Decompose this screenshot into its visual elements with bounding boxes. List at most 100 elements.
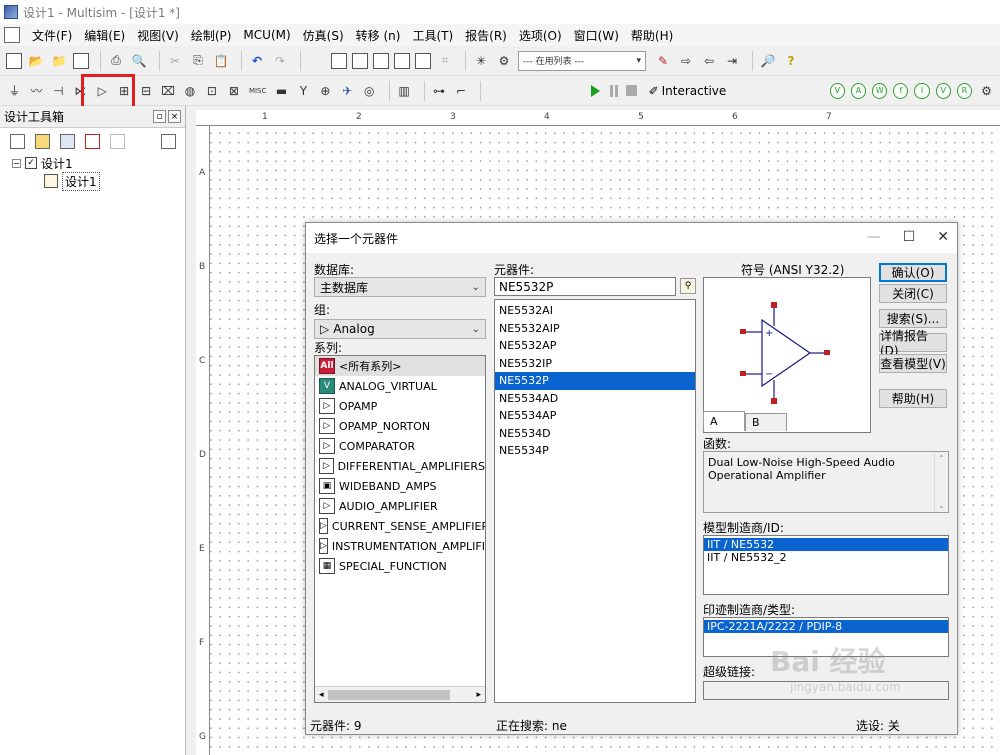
menu-window[interactable]: 窗口(W) bbox=[568, 27, 625, 44]
scroll-down-icon[interactable]: ⌄ bbox=[938, 499, 945, 512]
family-item-analog-virtual[interactable]: V ANALOG_VIRTUAL bbox=[315, 376, 485, 396]
scroll-thumb[interactable] bbox=[327, 689, 450, 700]
mixed-component-icon[interactable]: ⌧ bbox=[160, 82, 177, 100]
menu-view[interactable]: 视图(V) bbox=[131, 27, 185, 44]
postprocessor-icon[interactable] bbox=[415, 52, 431, 69]
family-item-all[interactable]: All <所有系列> bbox=[315, 356, 485, 376]
component-item[interactable]: NE5532AI bbox=[495, 302, 695, 320]
close-panel-icon[interactable]: × bbox=[168, 110, 181, 123]
connector-component-icon[interactable]: ◎ bbox=[361, 82, 378, 100]
cmos-component-icon[interactable]: ⊟ bbox=[138, 82, 155, 100]
print-preview-icon[interactable]: 🔍 bbox=[130, 52, 148, 70]
run-simulation-icon[interactable] bbox=[591, 84, 601, 97]
project-view-icon[interactable] bbox=[161, 133, 176, 149]
menu-options[interactable]: 选项(O) bbox=[513, 27, 568, 44]
basic-component-icon[interactable]: 〰 bbox=[28, 82, 45, 100]
document-menu-icon[interactable] bbox=[4, 27, 20, 43]
source-component-icon[interactable]: ⏚ bbox=[6, 82, 23, 100]
menu-simulate[interactable]: 仿真(S) bbox=[297, 27, 350, 44]
spreadsheet-view-icon[interactable] bbox=[352, 52, 368, 69]
menu-place[interactable]: 绘制(P) bbox=[185, 27, 238, 44]
footprint-item-selected[interactable]: IPC-2221A/2222 / PDIP-8 bbox=[704, 620, 948, 633]
indicator-component-icon[interactable]: ◍ bbox=[182, 82, 199, 100]
view-model-button[interactable]: 查看模型(V) bbox=[879, 354, 947, 373]
new-file-icon[interactable] bbox=[6, 52, 22, 69]
scroll-right-icon[interactable]: ▸ bbox=[472, 690, 485, 700]
redo-icon[interactable]: ↷ bbox=[271, 52, 289, 70]
export-icon[interactable]: ⇥ bbox=[723, 52, 741, 70]
component-item[interactable]: NE5532AIP bbox=[495, 320, 695, 338]
model-item-selected[interactable]: IIT / NE5532 bbox=[704, 538, 948, 551]
forward-annotate-icon[interactable]: ⇨ bbox=[677, 52, 695, 70]
help-icon[interactable]: ? bbox=[782, 52, 800, 70]
misc-component-icon[interactable]: MISC bbox=[247, 82, 268, 100]
search-button[interactable]: 搜索(S)... bbox=[879, 309, 947, 328]
bus-icon[interactable]: ⌐ bbox=[452, 82, 469, 100]
probe-settings-icon[interactable]: ⚙ bbox=[978, 82, 995, 100]
misc-digital-icon[interactable]: ⊠ bbox=[225, 82, 242, 100]
family-list-hscrollbar[interactable]: ◂ ▸ bbox=[315, 686, 485, 702]
component-search-input[interactable]: NE5532P bbox=[494, 277, 676, 296]
family-item-audio[interactable]: ▷ AUDIO_AMPLIFIER bbox=[315, 496, 485, 516]
breadboard-icon[interactable]: ⌗ bbox=[436, 52, 454, 70]
reference-probe-icon[interactable]: R bbox=[956, 82, 972, 99]
family-item-opamp[interactable]: ▷ OPAMP bbox=[315, 396, 485, 416]
component-list[interactable]: NE5532AI NE5532AIP NE5532AP NE5532IP NE5… bbox=[494, 299, 696, 703]
close-button[interactable]: 关闭(C) bbox=[879, 284, 947, 303]
ammeter-icon[interactable]: A bbox=[850, 82, 867, 99]
wattmeter-icon[interactable]: W bbox=[872, 82, 888, 99]
menu-file[interactable]: 文件(F) bbox=[26, 27, 78, 44]
component-item[interactable]: NE5534AD bbox=[495, 390, 695, 408]
transfer-icon[interactable]: ⇦ bbox=[700, 52, 718, 70]
group-select[interactable]: ▷ Analog ⌄ bbox=[314, 319, 486, 339]
electrical-rules-icon[interactable]: ⚙ bbox=[495, 52, 513, 70]
frequency-probe-icon[interactable]: f bbox=[893, 82, 909, 99]
open-sample-icon[interactable]: 📁 bbox=[50, 52, 68, 70]
voltmeter-icon[interactable]: V bbox=[829, 82, 845, 99]
family-item-comparator[interactable]: ▷ COMPARATOR bbox=[315, 436, 485, 456]
print-icon[interactable]: ⎙ bbox=[107, 52, 125, 70]
family-item-instrumentation[interactable]: ▷ INSTRUMENTATION_AMPLIFIE bbox=[315, 536, 485, 556]
description-scrollbar[interactable]: ⌃ ⌄ bbox=[934, 452, 948, 512]
component-item[interactable]: NE5534AP bbox=[495, 407, 695, 425]
close-icon[interactable]: ✕ bbox=[937, 229, 949, 245]
family-item-opamp-norton[interactable]: ▷ OPAMP_NORTON bbox=[315, 416, 485, 436]
copy-icon[interactable]: ⎘ bbox=[189, 52, 207, 70]
open-sheet-icon[interactable] bbox=[35, 133, 50, 149]
menu-mcu[interactable]: MCU(M) bbox=[237, 28, 296, 42]
model-item[interactable]: IIT / NE5532_2 bbox=[704, 551, 948, 564]
electromechanical-icon[interactable]: ⊕ bbox=[317, 82, 334, 100]
cut-icon[interactable]: ✂ bbox=[166, 52, 184, 70]
back-annotate-icon[interactable]: ✎ bbox=[654, 52, 672, 70]
family-item-current-sense[interactable]: ▷ CURRENT_SENSE_AMPLIFIERS bbox=[315, 516, 485, 536]
component-item-selected[interactable]: NE5532P bbox=[495, 372, 695, 390]
collapse-icon[interactable]: − bbox=[12, 158, 21, 168]
open-folder-icon[interactable]: 📂 bbox=[27, 52, 45, 70]
save-icon[interactable] bbox=[73, 52, 89, 69]
family-item-differential[interactable]: ▷ DIFFERENTIAL_AMPLIFIERS bbox=[315, 456, 485, 476]
rf-component-icon[interactable]: Y bbox=[295, 82, 312, 100]
find-examples-icon[interactable]: 🔎 bbox=[759, 52, 777, 70]
database-manager-icon[interactable]: ✳ bbox=[472, 52, 490, 70]
grapher-icon[interactable] bbox=[394, 52, 410, 69]
menu-help[interactable]: 帮助(H) bbox=[625, 27, 679, 44]
ni-component-icon[interactable]: ✈ bbox=[339, 82, 356, 100]
scroll-up-icon[interactable]: ⌃ bbox=[938, 452, 945, 465]
stop-simulation-icon[interactable] bbox=[626, 85, 637, 96]
detail-report-button[interactable]: 详情报告(D) bbox=[879, 329, 947, 358]
new-sheet-icon[interactable] bbox=[10, 133, 25, 149]
minimize-panel-icon[interactable]: ▫ bbox=[153, 110, 166, 123]
close-sheet-icon[interactable] bbox=[85, 133, 100, 149]
menu-reports[interactable]: 报告(R) bbox=[459, 27, 513, 44]
component-item[interactable]: NE5534D bbox=[495, 425, 695, 443]
menu-edit[interactable]: 编辑(E) bbox=[78, 27, 131, 44]
power-component-icon[interactable]: ⊡ bbox=[203, 82, 220, 100]
tree-item-design-root[interactable]: − ✓ 设计1 bbox=[12, 154, 185, 172]
delete-sheet-icon[interactable] bbox=[110, 133, 125, 149]
scroll-left-icon[interactable]: ◂ bbox=[315, 690, 328, 700]
undo-icon[interactable]: ↶ bbox=[248, 52, 266, 70]
family-list[interactable]: All <所有系列> V ANALOG_VIRTUAL ▷ OPAMP ▷ OP… bbox=[314, 355, 486, 703]
menu-tools[interactable]: 工具(T) bbox=[406, 27, 459, 44]
diode-component-icon[interactable]: ⊣ bbox=[50, 82, 67, 100]
current-probe-icon[interactable]: I bbox=[914, 82, 930, 99]
